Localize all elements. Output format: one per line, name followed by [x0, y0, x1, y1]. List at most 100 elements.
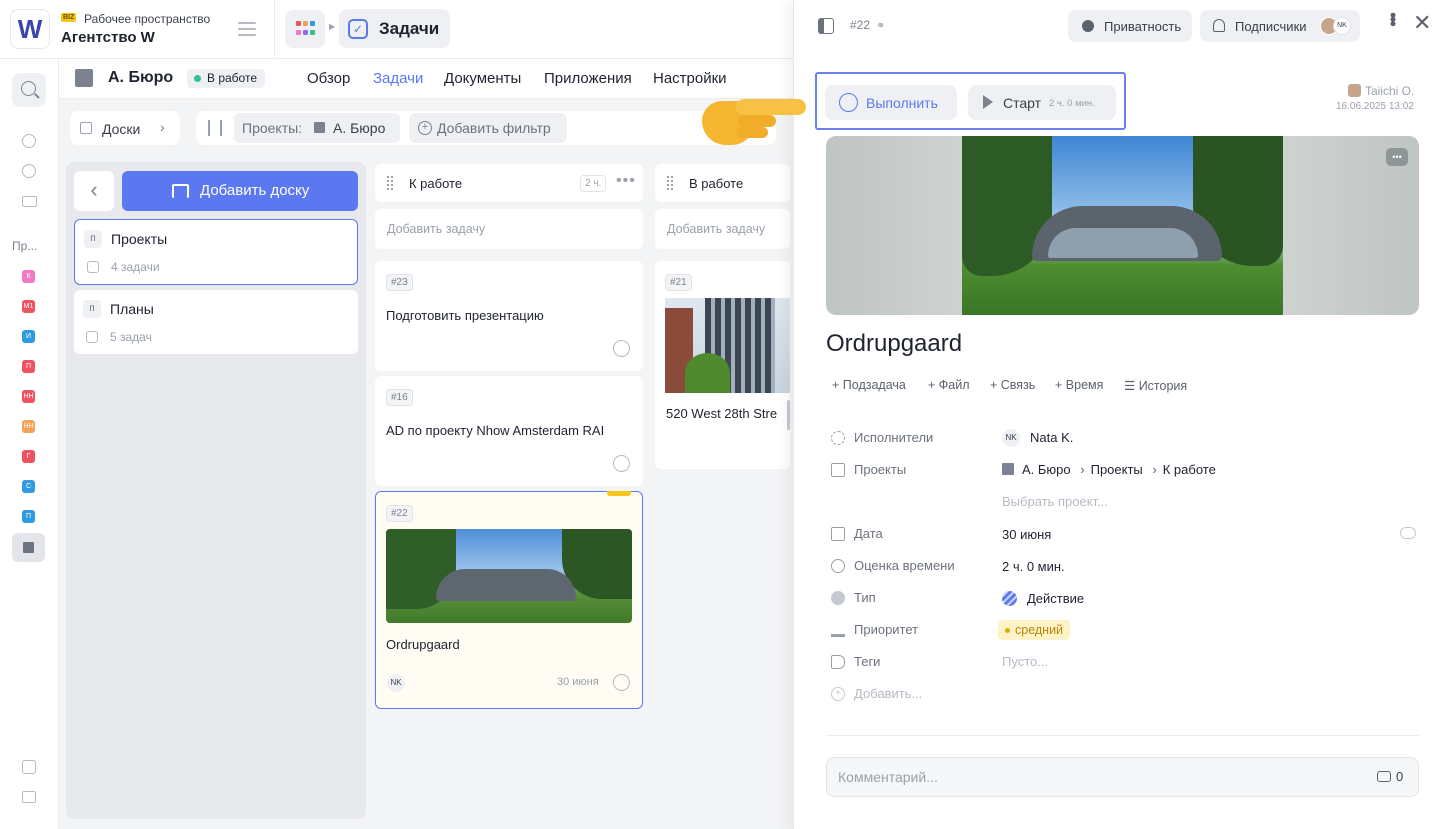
breadcrumb-column: К работе — [1162, 462, 1216, 477]
rail-project-item[interactable]: К — [22, 270, 35, 283]
drag-handle-icon[interactable] — [387, 176, 393, 190]
project-breadcrumb[interactable]: А. Бюро › Проекты › К работе — [1002, 462, 1216, 477]
rail-item-project-active[interactable] — [12, 533, 45, 562]
add-subtask-button[interactable]: + Подзадача — [832, 378, 906, 392]
project-filter-chip[interactable]: Проекты: А. Бюро — [234, 113, 400, 143]
add-property-button[interactable]: Добавить... — [854, 686, 922, 701]
board-count: 4 задачи — [111, 260, 160, 274]
workspace-logo[interactable]: W — [10, 9, 50, 49]
done-icon[interactable] — [22, 164, 36, 178]
rail-project-item[interactable]: НН — [22, 390, 35, 403]
inbox-icon[interactable] — [22, 791, 36, 803]
add-time-button[interactable]: + Время — [1055, 378, 1103, 392]
task-count-icon — [86, 331, 98, 343]
folder-icon[interactable] — [22, 196, 37, 207]
priority-badge[interactable]: средний — [998, 620, 1071, 640]
template-icon[interactable] — [22, 760, 36, 774]
task-card-title: Ordrupgaard — [386, 637, 460, 652]
add-file-button[interactable]: + Файл — [928, 378, 970, 392]
tab-apps[interactable]: Приложения — [544, 70, 632, 87]
estimate-value[interactable]: 2 ч. 0 мин. — [1002, 559, 1065, 574]
sidebar-toggle-icon[interactable] — [818, 18, 834, 34]
link-icon[interactable]: ⚭ — [876, 19, 885, 32]
tab-overview[interactable]: Обзор — [307, 70, 350, 87]
subscribers-button[interactable]: Подписчики NK — [1200, 10, 1360, 42]
task-cover[interactable]: ••• — [826, 136, 1419, 315]
action-type-icon — [1002, 591, 1017, 606]
rail-project-item[interactable]: НН — [22, 420, 35, 433]
add-task-inprogress[interactable]: Добавить задачу — [655, 209, 790, 249]
task-id-tag: #23 — [386, 274, 413, 291]
task-card-date: 30 июня — [557, 676, 599, 688]
privacy-button[interactable]: Приватность — [1068, 10, 1192, 42]
task-card-16[interactable]: #16 AD по проекту Nhow Amsterdam RAI — [375, 376, 643, 486]
play-icon — [983, 95, 993, 109]
panel-resize-handle[interactable] — [787, 400, 790, 430]
assignee-avatar: NK — [1002, 429, 1020, 447]
rail-project-item[interactable]: П — [22, 360, 35, 373]
rail-project-item[interactable]: С — [22, 480, 35, 493]
drag-handle-icon[interactable] — [667, 176, 673, 190]
repeat-icon[interactable] — [1400, 527, 1416, 539]
start-label: Старт — [1003, 95, 1042, 111]
assignee-value[interactable]: Nata K. — [1030, 430, 1073, 445]
task-card-21[interactable]: #21 520 West 28th Stre — [655, 261, 790, 469]
apps-grid-button[interactable] — [285, 10, 325, 48]
tab-documents[interactable]: Документы — [444, 70, 521, 87]
activity-icon[interactable] — [22, 134, 36, 148]
comment-count: 0 — [1396, 769, 1404, 784]
task-title[interactable]: Ordrupgaard — [826, 330, 962, 358]
task-card-23[interactable]: #23 Подготовить презентацию — [375, 261, 643, 371]
filter-bar: Проекты: А. Бюро + Добавить фильтр — [196, 111, 776, 145]
column-header-todo[interactable]: К работе 2 ч. ••• — [375, 164, 643, 202]
add-link-button[interactable]: + Связь — [990, 378, 1035, 392]
board-item-plans[interactable]: п Планы 5 задач — [74, 290, 358, 354]
workspace-name[interactable]: Агентство W — [61, 29, 155, 46]
tags-value[interactable]: Пусто... — [1002, 654, 1048, 669]
rail-project-item[interactable]: И — [22, 330, 35, 343]
more-vertical-icon[interactable]: ••• — [1382, 12, 1403, 25]
complete-circle-icon[interactable] — [613, 674, 630, 691]
complete-circle-icon[interactable] — [613, 340, 630, 357]
date-value[interactable]: 30 июня — [1002, 527, 1051, 542]
add-board-button[interactable]: Добавить доску — [122, 171, 358, 211]
complete-circle-icon — [839, 93, 858, 112]
cover-more-icon[interactable]: ••• — [1386, 148, 1408, 166]
choose-project-link[interactable]: Выбрать проект... — [1002, 494, 1108, 509]
boards-toggle[interactable]: Доски › — [70, 111, 180, 145]
more-dots-icon[interactable]: ••• — [616, 172, 636, 190]
tasks-check-icon: ✓ — [348, 19, 368, 39]
history-button[interactable]: ☰ История — [1124, 378, 1187, 393]
breadcrumb-chevron-icon: › — [1152, 462, 1157, 477]
search-button[interactable] — [12, 73, 46, 107]
menu-icon[interactable] — [238, 22, 256, 36]
project-status-badge[interactable]: В работе — [187, 69, 266, 88]
boards-panel: ‹ Добавить доску п Проекты 4 задачи п Пл… — [66, 162, 366, 819]
task-id-tag: #16 — [386, 389, 413, 406]
rail-project-item[interactable]: П — [22, 510, 35, 523]
assignee-avatar[interactable]: NK — [387, 674, 405, 692]
column-header-inprogress[interactable]: В работе — [655, 164, 790, 202]
complete-circle-icon[interactable] — [613, 455, 630, 472]
complete-task-button[interactable]: Выполнить — [825, 85, 957, 120]
tasks-app-tab[interactable]: ✓ Задачи — [339, 9, 450, 48]
collapse-boards-button[interactable]: ‹ — [74, 171, 114, 211]
project-title[interactable]: А. Бюро — [108, 69, 173, 87]
add-filter-button[interactable]: + Добавить фильтр — [409, 113, 567, 143]
comment-placeholder: Комментарий... — [838, 769, 938, 785]
tab-tasks[interactable]: Задачи — [373, 70, 423, 87]
add-task-todo[interactable]: Добавить задачу — [375, 209, 643, 249]
start-timer-button[interactable]: Старт 2 ч. 0 мин. — [968, 85, 1116, 120]
filter-settings-icon[interactable] — [208, 120, 222, 136]
board-item-projects[interactable]: п Проекты 4 задачи — [74, 219, 358, 285]
task-card-22[interactable]: #22 Ordrupgaard NK 30 июня — [375, 491, 643, 709]
add-task-label: Добавить задачу — [387, 222, 486, 236]
comment-input[interactable]: Комментарий... 0 — [826, 757, 1419, 797]
author-name[interactable]: Taiichi O. — [1365, 84, 1414, 98]
rail-project-item[interactable]: Г — [22, 450, 35, 463]
close-icon[interactable]: ✕ — [1413, 10, 1431, 36]
start-time-label: 2 ч. 0 мин. — [1049, 98, 1095, 109]
file-label: Файл — [938, 378, 970, 392]
type-value[interactable]: Действие — [1027, 591, 1084, 606]
rail-project-item[interactable]: М1 — [22, 300, 35, 313]
